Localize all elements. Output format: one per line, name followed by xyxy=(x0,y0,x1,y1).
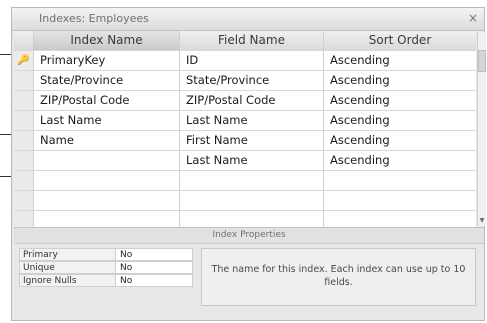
column-header-index-name[interactable]: Index Name xyxy=(34,31,180,51)
row-selector[interactable]: 🔑 xyxy=(14,51,34,71)
column-header-field-name[interactable]: Field Name xyxy=(180,31,324,51)
close-icon[interactable]: × xyxy=(468,11,478,25)
table-row[interactable]: Last Name Ascending xyxy=(14,151,476,171)
field-name-cell[interactable]: Last Name xyxy=(180,111,324,131)
index-name-cell[interactable]: State/Province xyxy=(34,71,180,91)
sort-order-cell[interactable]: Ascending xyxy=(324,91,476,111)
table-row[interactable]: ZIP/Postal Code ZIP/Postal Code Ascendin… xyxy=(14,91,476,111)
sort-order-cell[interactable] xyxy=(324,211,476,227)
grid-header: Index Name Field Name Sort Order xyxy=(14,31,476,51)
table-row[interactable] xyxy=(14,211,476,227)
unique-value[interactable]: No xyxy=(116,261,193,274)
row-selector[interactable] xyxy=(14,171,34,191)
row-selector[interactable] xyxy=(14,151,34,171)
property-label: Primary xyxy=(19,248,116,261)
field-name-cell[interactable]: Last Name xyxy=(180,151,324,171)
property-row-primary: Primary No xyxy=(19,248,193,261)
properties-grid: Primary No Unique No Ignore Nulls No xyxy=(19,248,193,298)
table-row[interactable]: Name First Name Ascending xyxy=(14,131,476,151)
window-title: Indexes: Employees xyxy=(39,12,149,25)
primary-value[interactable]: No xyxy=(116,248,193,261)
row-selector[interactable] xyxy=(14,131,34,151)
field-name-cell[interactable]: State/Province xyxy=(180,71,324,91)
table-row[interactable]: Last Name Last Name Ascending xyxy=(14,111,476,131)
row-selector[interactable] xyxy=(14,211,34,227)
key-icon: 🔑 xyxy=(17,55,30,66)
select-all-corner[interactable] xyxy=(14,31,34,51)
sort-order-cell[interactable]: Ascending xyxy=(324,51,476,71)
property-label: Unique xyxy=(19,261,116,274)
title-bar[interactable]: Indexes: Employees × xyxy=(12,8,484,31)
field-name-cell[interactable] xyxy=(180,171,324,191)
index-name-cell[interactable] xyxy=(34,151,180,171)
field-name-cell[interactable]: ID xyxy=(180,51,324,71)
scrollbar-thumb[interactable] xyxy=(478,50,486,72)
index-name-cell[interactable] xyxy=(34,211,180,227)
table-row[interactable]: 🔑 PrimaryKey ID Ascending xyxy=(14,51,476,71)
scroll-down-arrow-icon[interactable]: ▼ xyxy=(478,217,486,224)
table-row[interactable]: State/Province State/Province Ascending xyxy=(14,71,476,91)
sort-order-cell[interactable] xyxy=(324,171,476,191)
field-name-cell[interactable] xyxy=(180,191,324,211)
field-name-cell[interactable]: First Name xyxy=(180,131,324,151)
field-name-cell[interactable]: ZIP/Postal Code xyxy=(180,91,324,111)
column-header-sort-order[interactable]: Sort Order xyxy=(324,31,476,51)
index-properties-title: Index Properties xyxy=(212,230,286,240)
sort-order-cell[interactable]: Ascending xyxy=(324,131,476,151)
index-properties-header: Index Properties xyxy=(14,227,484,244)
table-row[interactable] xyxy=(14,191,476,211)
index-name-cell[interactable]: Name xyxy=(34,131,180,151)
index-name-cell[interactable]: Last Name xyxy=(34,111,180,131)
field-name-cell[interactable] xyxy=(180,211,324,227)
index-name-cell[interactable] xyxy=(34,191,180,211)
index-name-cell[interactable]: ZIP/Postal Code xyxy=(34,91,180,111)
row-selector[interactable] xyxy=(14,91,34,111)
ignore-nulls-value[interactable]: No xyxy=(116,274,193,287)
index-name-cell[interactable] xyxy=(34,171,180,191)
sort-order-cell[interactable]: Ascending xyxy=(324,71,476,91)
index-name-cell[interactable]: PrimaryKey xyxy=(34,51,180,71)
sort-order-cell[interactable] xyxy=(324,191,476,211)
row-selector[interactable] xyxy=(14,71,34,91)
property-row-ignore-nulls: Ignore Nulls No xyxy=(19,274,193,287)
table-row[interactable] xyxy=(14,171,476,191)
property-label: Ignore Nulls xyxy=(19,274,116,287)
index-grid: Index Name Field Name Sort Order 🔑 Prima… xyxy=(14,31,476,227)
row-selector[interactable] xyxy=(14,111,34,131)
indexes-dialog: Indexes: Employees × Index Name Field Na… xyxy=(11,7,486,321)
row-selector[interactable] xyxy=(14,191,34,211)
sort-order-cell[interactable]: Ascending xyxy=(324,151,476,171)
property-row-unique: Unique No xyxy=(19,261,193,274)
vertical-scrollbar[interactable]: ▼ xyxy=(477,32,486,226)
property-description: The name for this index. Each index can … xyxy=(201,248,476,306)
sort-order-cell[interactable]: Ascending xyxy=(324,111,476,131)
